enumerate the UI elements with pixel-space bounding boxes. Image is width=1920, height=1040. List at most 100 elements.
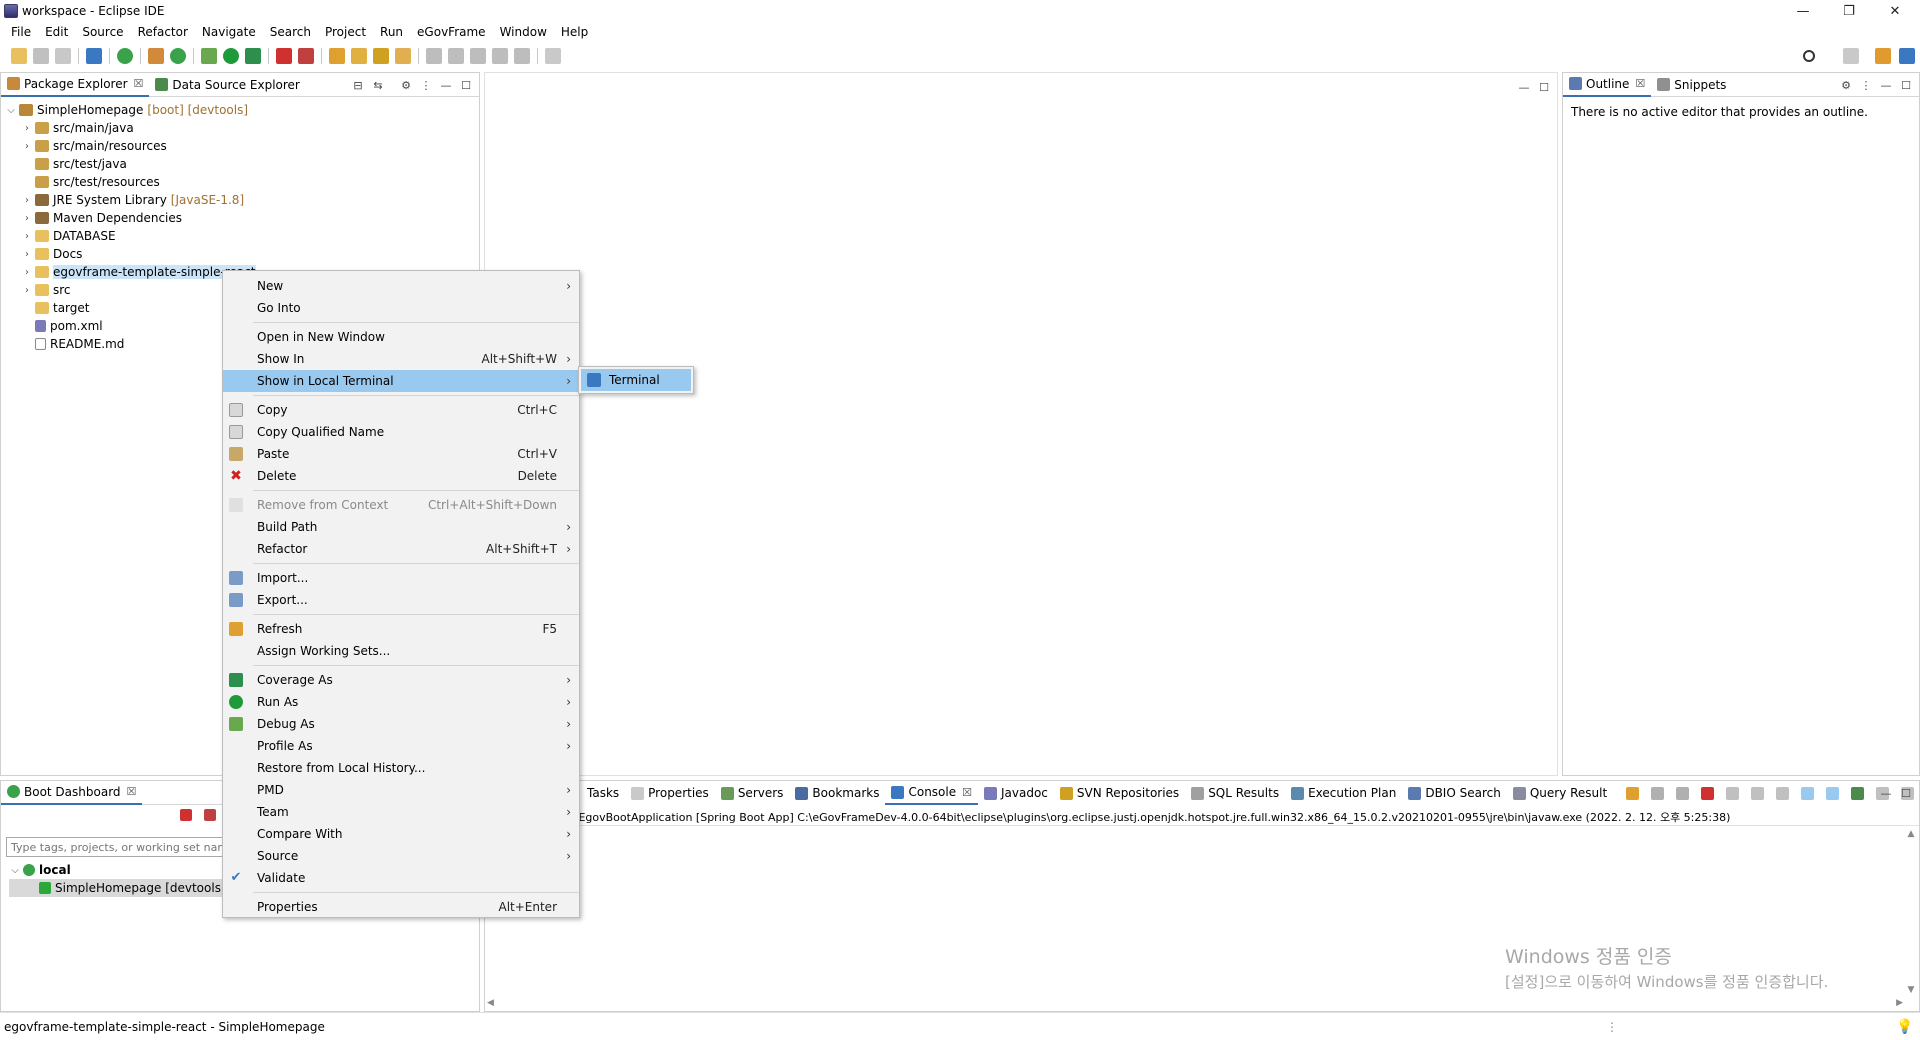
word-wrap-icon[interactable] xyxy=(1776,786,1790,800)
menu-item-new[interactable]: New › xyxy=(223,275,579,297)
close-button[interactable]: ✕ xyxy=(1872,0,1918,22)
tree-row[interactable]: src/test/java xyxy=(5,155,256,173)
scroll-right-icon[interactable]: ▶ xyxy=(1896,998,1903,1008)
open-resource-icon[interactable] xyxy=(351,48,367,64)
maximize-view-icon[interactable]: ☐ xyxy=(1899,78,1913,92)
chevron-right-icon[interactable]: › xyxy=(21,249,33,260)
menu-item-delete[interactable]: ✖ Delete Delete xyxy=(223,465,579,487)
minimize-button[interactable]: — xyxy=(1780,0,1826,22)
chevron-right-icon[interactable]: › xyxy=(21,123,33,134)
tab-console[interactable]: Console ☒ xyxy=(885,781,978,805)
tab-snippets[interactable]: Snippets xyxy=(1651,73,1732,97)
menu-item-import[interactable]: Import... xyxy=(223,567,579,589)
tab-bookmarks[interactable]: Bookmarks xyxy=(789,781,885,805)
chevron-right-icon[interactable]: › xyxy=(21,195,33,206)
tab-package-explorer[interactable]: Package Explorer ☒ xyxy=(1,73,150,97)
tree-row[interactable]: pom.xml xyxy=(5,317,256,335)
collapse-all-icon[interactable]: ⊟ xyxy=(351,78,365,92)
relaunch-icon[interactable] xyxy=(1626,786,1640,800)
terminate-icon[interactable] xyxy=(1701,786,1715,800)
tree-row-selected[interactable]: SimpleHomepage [devtools] xyxy=(9,879,226,897)
restore-button[interactable]: ❐ xyxy=(1826,0,1872,22)
console-vertical-scrollbar[interactable]: ▲ ▼ xyxy=(1905,829,1917,995)
tab-outline[interactable]: Outline ☒ xyxy=(1563,73,1652,97)
tab-javadoc[interactable]: Javadoc xyxy=(978,781,1054,805)
tip-bulb-icon[interactable]: 💡 xyxy=(1896,1019,1913,1035)
menu-project[interactable]: Project xyxy=(318,22,373,42)
menu-item-source[interactable]: Source › xyxy=(223,845,579,867)
chevron-right-icon[interactable]: › xyxy=(21,213,33,224)
chevron-right-icon[interactable]: › xyxy=(21,141,33,152)
menu-item-copy-qualified-name[interactable]: Copy Qualified Name xyxy=(223,421,579,443)
menu-window[interactable]: Window xyxy=(493,22,554,42)
pin-editor-icon[interactable] xyxy=(545,48,561,64)
debug-icon[interactable] xyxy=(201,48,217,64)
menu-item-profile-as[interactable]: Profile As › xyxy=(223,735,579,757)
console-horizontal-scrollbar[interactable]: ◀ ▶ xyxy=(487,997,1903,1009)
view-menu-icon[interactable]: ⋮ xyxy=(1859,78,1873,92)
menu-item-debug-as[interactable]: Debug As › xyxy=(223,713,579,735)
menu-item-refactor[interactable]: Refactor Alt+Shift+T › xyxy=(223,538,579,560)
menu-item-refresh[interactable]: Refresh F5 xyxy=(223,618,579,640)
tab-svn-repositories[interactable]: SVN Repositories xyxy=(1054,781,1185,805)
forward-icon[interactable] xyxy=(514,48,530,64)
pin-console-icon[interactable] xyxy=(1851,786,1865,800)
menu-search[interactable]: Search xyxy=(263,22,318,42)
tree-row[interactable]: › Docs xyxy=(5,245,256,263)
tree-row[interactable]: README.md xyxy=(5,335,256,353)
stop-icon[interactable] xyxy=(180,809,192,821)
view-menu-icon[interactable]: ⋮ xyxy=(419,78,433,92)
tree-row[interactable]: › src/main/resources xyxy=(5,137,256,155)
menu-item-export[interactable]: Export... xyxy=(223,589,579,611)
menu-item-show-in[interactable]: Show In Alt+Shift+W › xyxy=(223,348,579,370)
tree-row[interactable]: ⌵ SimpleHomepage [boot] [devtools] xyxy=(5,101,256,119)
clear-console-icon[interactable] xyxy=(1726,786,1740,800)
maximize-view-icon[interactable]: ☐ xyxy=(1537,80,1551,94)
scroll-left-icon[interactable]: ◀ xyxy=(487,998,494,1008)
link-editor-icon[interactable]: ⇆ xyxy=(371,78,385,92)
previous-annotation-icon[interactable] xyxy=(448,48,464,64)
tab-execution-plan[interactable]: Execution Plan xyxy=(1285,781,1402,805)
scroll-down-icon[interactable]: ▼ xyxy=(1908,985,1915,995)
open-type-icon[interactable] xyxy=(329,48,345,64)
menu-item-go-into[interactable]: Go Into xyxy=(223,297,579,319)
chevron-right-icon[interactable]: › xyxy=(21,231,33,242)
tab-query-result[interactable]: Query Result xyxy=(1507,781,1613,805)
tab-tasks[interactable]: Tasks xyxy=(581,781,625,805)
submenu-item-terminal[interactable]: Terminal xyxy=(581,369,691,391)
menu-item-pmd[interactable]: PMD › xyxy=(223,779,579,801)
scroll-lock-icon[interactable] xyxy=(1751,786,1765,800)
menu-item-open-new-window[interactable]: Open in New Window xyxy=(223,326,579,348)
minimize-view-icon[interactable]: — xyxy=(1879,78,1893,92)
tree-row[interactable]: ⌵ local xyxy=(9,861,226,879)
save-icon[interactable] xyxy=(33,48,49,64)
tab-sql-results[interactable]: SQL Results xyxy=(1185,781,1285,805)
tab-dbio-search[interactable]: DBIO Search xyxy=(1402,781,1507,805)
menu-item-validate[interactable]: ✔ Validate xyxy=(223,867,579,889)
tree-row[interactable]: › Maven Dependencies xyxy=(5,209,256,227)
menu-help[interactable]: Help xyxy=(554,22,595,42)
menu-item-copy[interactable]: Copy Ctrl+C xyxy=(223,399,579,421)
new-icon[interactable] xyxy=(11,48,27,64)
coverage-icon[interactable] xyxy=(245,48,261,64)
menu-navigate[interactable]: Navigate xyxy=(195,22,263,42)
menu-refactor[interactable]: Refactor xyxy=(131,22,195,42)
run-icon[interactable] xyxy=(223,48,239,64)
menu-item-compare-with[interactable]: Compare With › xyxy=(223,823,579,845)
tab-servers[interactable]: Servers xyxy=(715,781,790,805)
remove-launch-icon[interactable] xyxy=(1651,786,1665,800)
minimize-view-icon[interactable]: — xyxy=(1517,80,1531,94)
tab-properties[interactable]: Properties xyxy=(625,781,715,805)
debug-stop-icon[interactable] xyxy=(204,809,216,821)
chevron-right-icon[interactable]: › xyxy=(21,285,33,296)
boot-filter-input[interactable] xyxy=(6,837,226,857)
tree-row[interactable]: target xyxy=(5,299,256,317)
menu-run[interactable]: Run xyxy=(373,22,410,42)
chevron-down-icon[interactable]: ⌵ xyxy=(5,105,17,116)
menu-edit[interactable]: Edit xyxy=(38,22,75,42)
filter-icon[interactable]: ⚙ xyxy=(399,78,413,92)
maximize-view-icon[interactable]: ☐ xyxy=(1899,786,1913,800)
close-icon[interactable]: ☒ xyxy=(127,785,137,798)
egov-perspective-icon[interactable] xyxy=(1899,48,1915,64)
menu-file[interactable]: File xyxy=(4,22,38,42)
